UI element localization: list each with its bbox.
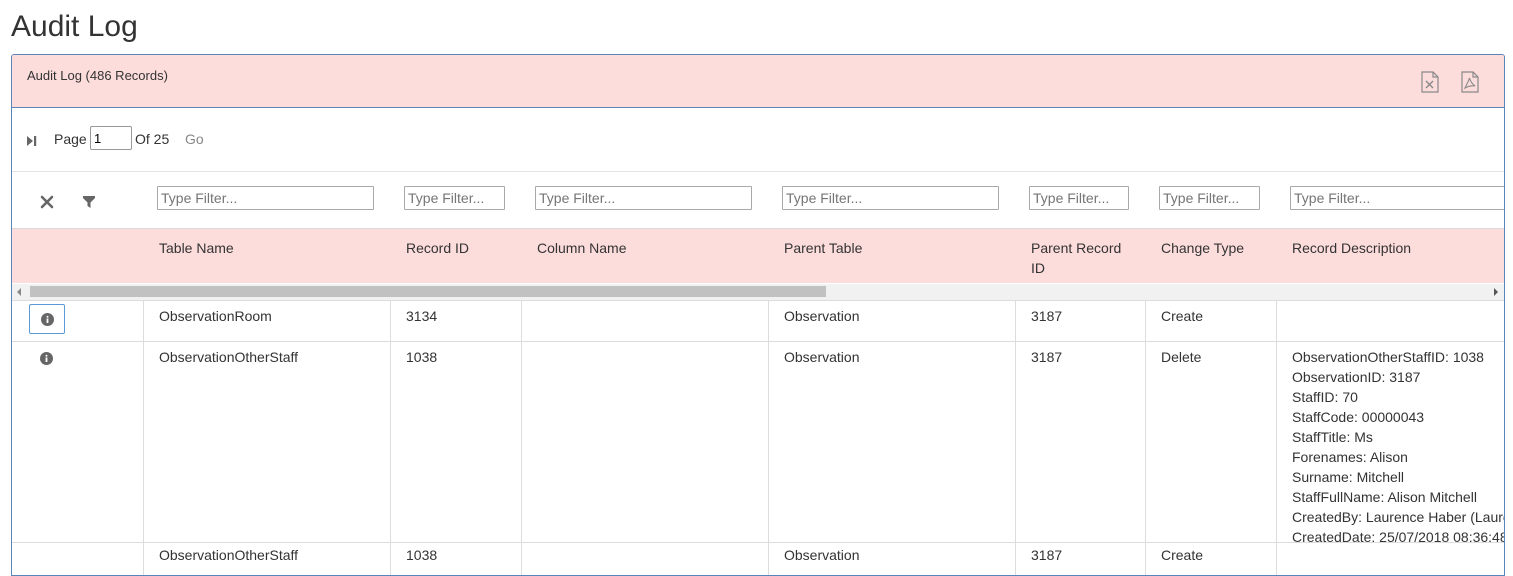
cell-parent-table: Observation [784, 308, 860, 324]
cell-record-id: 3134 [406, 308, 438, 324]
cell-parent-table: Observation [784, 547, 860, 563]
cell-change-type: Create [1161, 547, 1204, 563]
pdf-export-icon[interactable] [1461, 71, 1479, 93]
description-line: StaffID: 70 [1292, 389, 1358, 405]
record-id-filter[interactable] [404, 186, 505, 210]
description-line: CreatedBy: Laurence Haber (Laurence Habe… [1292, 509, 1504, 525]
parent-table-filter[interactable] [782, 186, 999, 210]
description-line: StaffFullName: Alison Mitchell [1292, 489, 1477, 505]
audit-log-panel: Audit Log (486 Records) Page Of [11, 54, 1505, 576]
cell-change-type: Create [1161, 308, 1204, 324]
cell-record-description: ObservationOtherStaffID: 1038 Observatio… [1292, 347, 1504, 547]
description-line: ObservationID: 3187 [1292, 369, 1421, 385]
description-line: StaffTitle: Ms [1292, 429, 1373, 445]
column-name-filter[interactable] [535, 186, 752, 210]
cell-record-id: 1038 [406, 547, 438, 563]
pager: Page Of 25 Go [12, 108, 1504, 172]
info-icon [40, 352, 53, 365]
cell-table-name: ObservationOtherStaff [159, 349, 299, 365]
column-header-column-name[interactable]: Column Name [537, 238, 626, 258]
grid-body: ObservationRoom 3134 Observation 3187 Cr… [12, 301, 1504, 575]
info-icon [41, 313, 54, 326]
cell-table-name: ObservationOtherStaff [159, 547, 299, 563]
page-label: Page [54, 131, 87, 147]
parent-record-id-filter[interactable] [1029, 186, 1129, 210]
column-header-change-type[interactable]: Change Type [1161, 238, 1244, 258]
table-row[interactable]: ObservationOtherStaff 1038 Observation 3… [12, 342, 1504, 545]
row-details-button[interactable] [29, 304, 65, 334]
panel-heading-text: Audit Log (486 Records) [27, 68, 168, 83]
go-button[interactable]: Go [185, 131, 204, 147]
cell-parent-record-id: 3187 [1031, 308, 1063, 324]
column-header-table-name[interactable]: Table Name [159, 238, 234, 258]
change-type-filter[interactable] [1159, 186, 1260, 210]
last-page-icon[interactable] [26, 134, 38, 146]
description-line: StaffCode: 00000043 [1292, 409, 1425, 425]
table-row[interactable]: ObservationOtherStaff 1038 Observation 3… [12, 543, 1504, 575]
column-header-row: Table Name Record ID Column Name Parent … [12, 229, 1504, 283]
page-number-input[interactable] [90, 126, 132, 150]
funnel-icon[interactable] [82, 195, 96, 209]
table-row[interactable]: ObservationRoom 3134 Observation 3187 Cr… [12, 301, 1504, 342]
column-header-record-id[interactable]: Record ID [406, 238, 469, 258]
close-icon[interactable] [40, 195, 54, 209]
filter-row [12, 172, 1504, 229]
cell-parent-record-id: 3187 [1031, 547, 1063, 563]
description-line: ObservationOtherStaffID: 1038 [1292, 349, 1484, 365]
description-line: Forenames: Alison [1292, 449, 1408, 465]
cell-parent-record-id: 3187 [1031, 349, 1063, 365]
cell-change-type: Delete [1161, 349, 1202, 365]
cell-record-id: 1038 [406, 349, 438, 365]
scroll-right-arrow[interactable] [1494, 288, 1498, 296]
column-header-parent-table[interactable]: Parent Table [784, 238, 862, 258]
scrollbar-thumb[interactable] [30, 286, 826, 297]
row-details-button[interactable] [29, 344, 65, 374]
column-header-record-description[interactable]: Record Description [1292, 238, 1411, 258]
column-header-parent-record-id[interactable]: Parent Record ID [1031, 238, 1131, 278]
cell-table-name: ObservationRoom [159, 308, 272, 324]
record-description-filter[interactable] [1290, 186, 1504, 210]
page-title: Audit Log [11, 10, 138, 43]
panel-heading: Audit Log (486 Records) [12, 55, 1504, 108]
page-count-label: Of 25 [135, 131, 170, 147]
excel-export-icon[interactable] [1421, 71, 1439, 93]
description-line: Surname: Mitchell [1292, 469, 1405, 485]
table-name-filter[interactable] [157, 186, 374, 210]
scroll-left-arrow[interactable] [17, 288, 21, 296]
cell-parent-table: Observation [784, 349, 860, 365]
horizontal-scrollbar[interactable] [12, 284, 1504, 301]
